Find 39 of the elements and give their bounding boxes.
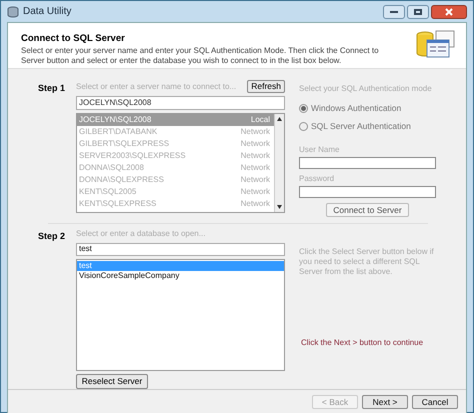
server-list[interactable]: JOCELYN\SQL2008 Local GILBERT\DATABANK Network GILBERT\SQLEXPRESS Network SERVER2003\SQLEXPRESS Network DONNA\SQL2008 Network DONNA\SQLEXPRESS Network KENT\SQL2005 Network KENT\SQLEXPRESS Network [76,113,285,213]
window-title: Data Utility [23,5,72,19]
scroll-down-icon[interactable] [277,205,282,209]
footer-button[interactable]: Cancel [412,395,458,409]
password-field[interactable] [299,186,436,198]
continue-hint: Click the Next > button to continue [301,336,424,348]
minimize-icon [390,10,398,12]
server-hint: Select or enter a server name to connect to... [76,80,236,92]
scroll-up-icon[interactable] [277,117,282,121]
maximize-icon [414,8,422,14]
server-row[interactable]: DONNA\SQLEXPRESS Network [77,174,274,186]
server-row[interactable]: SERVER2003\SQLEXPRESS Network [77,150,274,162]
auth-mode-hint: Select your SQL Authentication mode [299,83,433,95]
header-title: Connect to SQL Server [21,32,126,46]
field-label: Password [299,172,336,184]
user-name-field[interactable] [299,156,436,168]
server-row[interactable]: DONNA\SQL2008 Network [77,162,274,174]
server-row[interactable]: KENT\SQL2005 Network [77,186,274,198]
database-hint: Select or enter a database to open... [76,228,206,240]
maximize-button[interactable] [407,4,429,18]
server-row[interactable]: GILBERT\DATABANK Network [77,126,274,138]
reselect-button[interactable]: Reselect Server [76,374,148,388]
close-button[interactable] [431,4,467,18]
close-icon [445,8,453,16]
server-row[interactable]: GILBERT\SQLEXPRESS Network [77,138,274,150]
reselect-note: Click the Select Server button below if you need to select a different SQL Server from the list above. [299,246,435,276]
database-icon [7,6,19,18]
refresh-button[interactable]: Refresh [247,80,285,93]
footer-button[interactable]: Next > [362,395,408,409]
header-description: Select or enter your server name and enter your SQL Authentication Mode. Then click the Connect to Server button and select or enter the database you wish to connect to in the list box below. [21,46,380,66]
field-label: User Name [299,144,340,156]
server-field[interactable]: JOCELYN\SQL2008 [76,96,285,110]
minimize-button[interactable] [383,4,405,18]
server-row[interactable]: KENT\SQLEXPRESS Network [77,198,274,210]
database-list[interactable]: test VisionCoreSampleCompany [76,258,285,370]
scrollbar[interactable] [274,114,284,212]
database-row[interactable]: VisionCoreSampleCompany [77,270,284,280]
database-row[interactable]: test [77,260,284,270]
database-field[interactable]: test [76,242,285,256]
